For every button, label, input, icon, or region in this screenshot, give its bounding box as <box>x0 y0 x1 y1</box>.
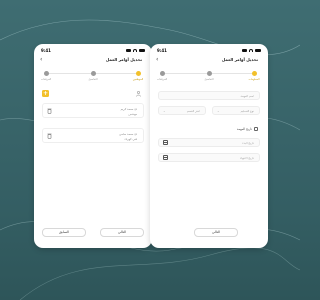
department-select[interactable]: ⌄ اختر القسم <box>158 106 206 115</box>
employees-screen: 9:41 ‹ تحديل أوامر العمل المرفقات التفاص… <box>34 44 152 248</box>
battery-icon <box>255 48 261 52</box>
field-placeholder: اختر القسم <box>186 109 200 113</box>
field-placeholder: اسم المهمة <box>240 94 254 98</box>
back-arrow-icon[interactable]: ‹ <box>156 56 158 63</box>
delivery-type-select[interactable]: ⌄ نوع التسليم <box>212 106 260 115</box>
step-dot <box>159 71 165 76</box>
step-label: الموظفين <box>132 78 144 81</box>
trash-icon[interactable] <box>47 108 52 114</box>
status-icons <box>126 48 145 52</box>
status-time: 9:41 <box>41 47 51 53</box>
signal-icon <box>242 48 247 52</box>
field-placeholder: نوع التسليم <box>240 109 254 113</box>
employee-card: م/ محمد كريم مهندس <box>42 103 144 118</box>
step-dot <box>135 71 141 76</box>
start-date-field[interactable]: تاريخ البدء <box>158 138 260 147</box>
step-employees[interactable]: الموظفين <box>128 71 148 81</box>
progress-stepper: المرفقات التفاصيل المعلومات <box>157 71 260 85</box>
calendar-icon <box>163 155 168 160</box>
step-info[interactable]: المعلومات <box>244 71 264 81</box>
header: ‹ تحديل أوامر العمل <box>34 56 152 65</box>
previous-button[interactable]: السابق <box>42 228 86 237</box>
status-time: 9:41 <box>157 47 167 53</box>
step-label: التفاصيل <box>204 78 214 81</box>
employee-role: مهندس <box>128 112 137 116</box>
step-dot <box>206 71 212 76</box>
date-checkbox[interactable] <box>254 127 258 131</box>
employee-role: فني كهرباء <box>124 137 137 141</box>
step-dot <box>251 71 257 76</box>
step-details[interactable]: التفاصيل <box>199 71 219 81</box>
chevron-down-icon: ⌄ <box>217 109 220 113</box>
signal-icon <box>126 48 131 52</box>
status-bar: 9:41 <box>41 47 145 53</box>
field-placeholder: تاريخ الانتهاء <box>240 156 254 160</box>
chevron-down-icon: ⌄ <box>163 109 166 113</box>
task-name-field[interactable]: اسم المهمة <box>158 91 260 100</box>
status-icons <box>242 48 261 52</box>
next-button[interactable]: التالي <box>100 228 144 237</box>
wifi-icon <box>133 48 137 52</box>
status-bar: 9:41 <box>157 47 261 53</box>
progress-stepper: المرفقات التفاصيل الموظفين <box>41 71 144 85</box>
step-attachments[interactable]: المرفقات <box>152 71 172 81</box>
end-date-field[interactable]: تاريخ الانتهاء <box>158 153 260 162</box>
page-title: تحديل أوامر العمل <box>221 57 258 62</box>
task-date-label: تاريخ المهمة <box>236 127 252 131</box>
step-label: التفاصيل <box>88 78 98 81</box>
trash-icon[interactable] <box>47 133 52 139</box>
next-button[interactable]: التالي <box>194 228 238 237</box>
user-icon <box>136 91 141 97</box>
add-employee-button[interactable]: + <box>42 90 49 97</box>
step-details[interactable]: التفاصيل <box>83 71 103 81</box>
step-dot <box>90 71 96 76</box>
step-label: المرفقات <box>40 78 52 81</box>
employee-card: م/ محمد سامي فني كهرباء <box>42 128 144 143</box>
wifi-icon <box>249 48 253 52</box>
field-placeholder: تاريخ البدء <box>242 141 254 145</box>
step-attachments[interactable]: المرفقات <box>36 71 56 81</box>
employee-name: م/ محمد كريم <box>120 107 137 111</box>
battery-icon <box>139 48 145 52</box>
employee-name: م/ محمد سامي <box>119 132 137 136</box>
calendar-icon <box>163 140 168 145</box>
step-label: المرفقات <box>156 78 168 81</box>
task-info-screen: 9:41 ‹ تحديل أوامر العمل المرفقات التفاص… <box>150 44 268 248</box>
back-arrow-icon[interactable]: ‹ <box>40 56 42 63</box>
page-title: تحديل أوامر العمل <box>105 57 142 62</box>
step-label: المعلومات <box>248 78 260 81</box>
header: ‹ تحديل أوامر العمل <box>150 56 268 65</box>
step-dot <box>43 71 49 76</box>
